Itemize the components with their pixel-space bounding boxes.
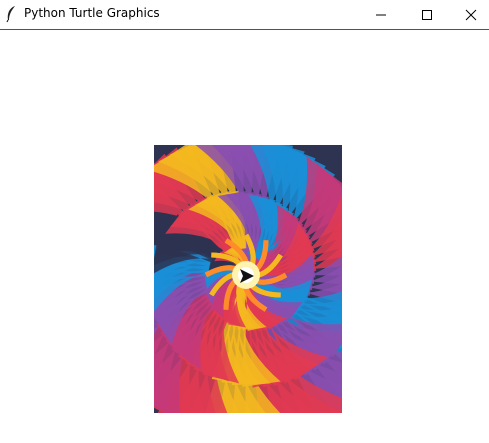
window-title: Python Turtle Graphics xyxy=(24,6,160,20)
turtle-window: Python Turtle Graphics xyxy=(0,0,489,443)
maximize-icon xyxy=(421,9,433,21)
feather-icon xyxy=(5,5,17,23)
spiral-artwork xyxy=(154,145,342,413)
minimize-button[interactable] xyxy=(358,0,404,29)
minimize-icon xyxy=(375,9,387,21)
close-button[interactable] xyxy=(448,0,489,29)
maximize-button[interactable] xyxy=(404,0,450,29)
spiral-drawing xyxy=(154,145,342,413)
title-bar[interactable]: Python Turtle Graphics xyxy=(0,0,489,30)
close-icon xyxy=(465,9,477,21)
turtle-canvas[interactable] xyxy=(0,30,489,443)
